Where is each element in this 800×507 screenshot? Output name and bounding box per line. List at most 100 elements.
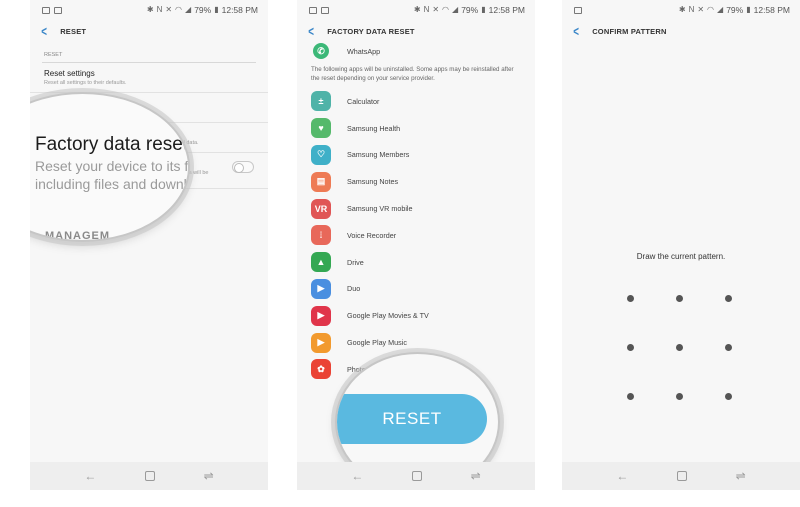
bluetooth-icon: ✱ [146, 5, 154, 14]
clock: 12:58 PM [753, 5, 790, 15]
nfc-icon: N [423, 5, 430, 14]
vr-icon: VR [311, 198, 331, 219]
magnified-subtitle-line1: Reset your device to its fa [35, 158, 190, 174]
mute-icon: ✕ [165, 5, 173, 14]
page-title: RESET [60, 26, 87, 36]
play-music-icon: ▶ [311, 332, 331, 353]
item-subtitle: Reset all settings to their defaults. [44, 80, 127, 86]
navigation-bar: ← ⇌ [30, 462, 268, 490]
play-movies-icon: ▶ [311, 305, 331, 326]
nav-back-icon[interactable]: ← [616, 470, 628, 482]
pattern-dot-9[interactable] [725, 393, 732, 400]
signal-icon: ◢ [452, 5, 459, 14]
back-arrow-icon[interactable]: < [41, 24, 47, 38]
duo-icon: ▶ [311, 278, 331, 299]
list-item: ♡ Samsung Members [297, 142, 535, 169]
status-bar: ✱ N ✕ ◠ ◢ 79% ▮ 12:58 PM [562, 0, 800, 20]
page-title: CONFIRM PATTERN [592, 26, 667, 36]
signal-icon: ◢ [185, 5, 192, 14]
list-item: ▤ Samsung Notes [297, 168, 535, 195]
battery-level: 79% [461, 5, 479, 15]
app-label: Google Play Music [347, 338, 407, 348]
wifi-icon: ◠ [442, 5, 450, 14]
voice-recorder-icon: ⦙ [311, 225, 331, 246]
battery-icon: ▮ [746, 5, 751, 14]
list-item: ▲ Drive [297, 249, 535, 276]
list-item: VR Samsung VR mobile [297, 195, 535, 222]
uninstall-info-text: The following apps will be uninstalled. … [311, 66, 514, 82]
whatsapp-icon: ✆ [313, 43, 329, 59]
gallery-icon [574, 6, 582, 14]
email-icon [321, 6, 329, 14]
navigation-bar: ← ⇌ [297, 462, 535, 490]
section-label-reset: RESET [44, 52, 63, 58]
pattern-dot-2[interactable] [676, 295, 683, 302]
nav-home-icon[interactable] [144, 471, 155, 481]
app-label: Samsung Health [347, 123, 401, 133]
app-label: Voice Recorder [347, 230, 397, 240]
navigation-bar: ← ⇌ [562, 462, 800, 490]
nav-back-icon[interactable]: ← [84, 470, 96, 482]
app-bar: < FACTORY DATA RESET [297, 20, 535, 42]
app-label: Samsung Members [347, 150, 410, 160]
nfc-icon: N [156, 5, 163, 14]
app-label: Drive [347, 257, 364, 267]
page-title: FACTORY DATA RESET [327, 26, 415, 36]
drive-icon: ▲ [311, 252, 331, 273]
app-label: Calculator [347, 96, 380, 106]
nav-recent-icon[interactable]: ⇌ [204, 470, 214, 482]
back-arrow-icon[interactable]: < [308, 24, 314, 38]
clock: 12:58 PM [221, 5, 258, 15]
samsung-health-icon: ♥ [311, 118, 331, 139]
pattern-dot-8[interactable] [676, 393, 683, 400]
battery-icon: ▮ [214, 5, 219, 14]
pattern-prompt: Draw the current pattern. [636, 252, 726, 261]
battery-level: 79% [194, 5, 212, 15]
status-bar: ✱ N ✕ ◠ ◢ 79% ▮ 12:58 PM [297, 0, 535, 20]
pattern-dot-1[interactable] [627, 295, 634, 302]
nav-back-icon[interactable]: ← [351, 470, 363, 482]
email-icon [54, 6, 62, 14]
magnified-section-label: MANAGEM [45, 230, 111, 242]
app-list: ± Calculator ♥ Samsung Health ♡ Samsung Membe… [297, 88, 535, 383]
list-item: ± Calculator [297, 88, 535, 115]
pattern-dot-4[interactable] [627, 344, 634, 351]
battery-icon: ▮ [481, 5, 486, 14]
nav-home-icon[interactable] [411, 471, 422, 481]
gallery-icon [42, 6, 50, 14]
nfc-icon: N [688, 5, 695, 14]
auto-restart-toggle[interactable] [232, 161, 254, 173]
app-label: Duo [347, 284, 361, 294]
samsung-members-icon: ♡ [311, 144, 331, 165]
nav-recent-icon[interactable]: ⇌ [736, 470, 746, 482]
gallery-icon [309, 6, 317, 14]
clock: 12:58 PM [488, 5, 525, 15]
list-item: ⦙ Voice Recorder [297, 222, 535, 249]
pattern-dot-3[interactable] [725, 295, 732, 302]
nav-home-icon[interactable] [676, 471, 687, 481]
reset-screen: ✱ N ✕ ◠ ◢ 79% ▮ 12:58 PM < RESET RESET R… [30, 0, 268, 490]
factory-data-reset-screen: ✱ N ✕ ◠ ◢ 79% ▮ 12:58 PM < FACTORY DATA … [297, 0, 535, 490]
reset-button[interactable]: RESET [337, 394, 487, 444]
app-bar: < RESET [30, 20, 268, 42]
app-label: Samsung Notes [347, 177, 399, 187]
bluetooth-icon: ✱ [678, 5, 686, 14]
mute-icon: ✕ [432, 5, 440, 14]
pattern-dot-7[interactable] [627, 393, 634, 400]
samsung-notes-icon: ▤ [311, 171, 331, 192]
list-item: ▶ Google Play Movies & TV [297, 302, 535, 329]
status-bar: ✱ N ✕ ◠ ◢ 79% ▮ 12:58 PM [30, 0, 268, 20]
bluetooth-icon: ✱ [413, 5, 421, 14]
pattern-dot-6[interactable] [725, 344, 732, 351]
nav-recent-icon[interactable]: ⇌ [471, 470, 481, 482]
reset-settings-item[interactable]: Reset settings Reset all settings to the… [30, 63, 268, 93]
back-arrow-icon[interactable]: < [573, 24, 579, 38]
pattern-dot-5[interactable] [676, 344, 683, 351]
wifi-icon: ◠ [175, 5, 183, 14]
list-item: ♥ Samsung Health [297, 115, 535, 142]
calculator-icon: ± [311, 91, 331, 112]
wifi-icon: ◠ [707, 5, 715, 14]
app-label: WhatsApp [347, 46, 381, 56]
confirm-pattern-screen: ✱ N ✕ ◠ ◢ 79% ▮ 12:58 PM < CONFIRM PATTE… [562, 0, 800, 490]
list-item: ▶ Duo [297, 276, 535, 303]
